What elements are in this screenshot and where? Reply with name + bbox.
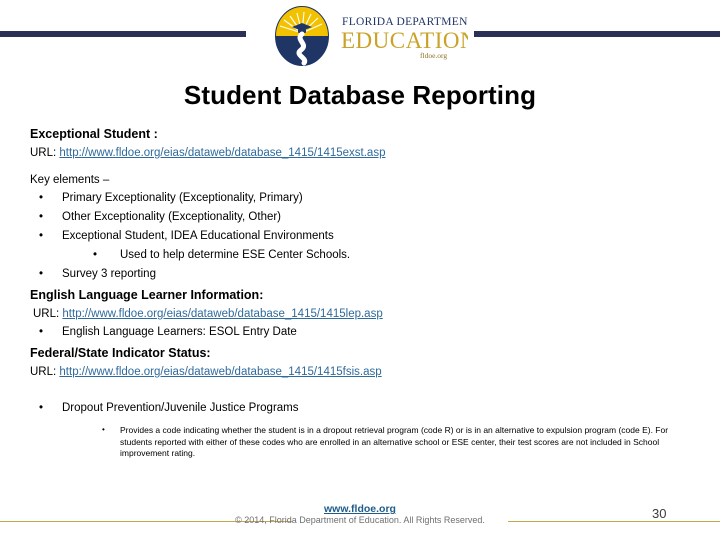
url-line-exceptional-student: URL: http://www.fldoe.org/eias/dataweb/d… — [30, 145, 690, 162]
link-exceptional-student-url[interactable]: http://www.fldoe.org/eias/dataweb/databa… — [59, 147, 385, 159]
bullet-icon: • — [39, 230, 44, 242]
header-rule-right — [474, 31, 720, 37]
section-heading-exceptional-student: Exceptional Student : — [30, 127, 158, 141]
copyright-text: © 2014, Florida Department of Education.… — [235, 515, 485, 525]
slide-header: FLORIDA DEPARTMENT OF EDUCATION fldoe.or… — [0, 0, 720, 72]
section-heading-federal-state-indicator: Federal/State Indicator Status: — [30, 346, 211, 360]
list-item-label: Survey 3 reporting — [62, 268, 156, 280]
svg-text:FLORIDA DEPARTMENT OF: FLORIDA DEPARTMENT OF — [342, 16, 468, 28]
link-federal-state-indicator-url[interactable]: http://www.fldoe.org/eias/dataweb/databa… — [59, 366, 381, 378]
bullet-icon: • — [102, 425, 105, 434]
header-rule-left — [0, 31, 246, 37]
florida-department-of-education-logo: FLORIDA DEPARTMENT OF EDUCATION fldoe.or… — [268, 6, 493, 66]
bullet-icon: • — [39, 211, 44, 223]
link-fldoe-home[interactable]: www.fldoe.org — [324, 503, 396, 515]
list-item: • Primary Exceptionality (Exceptionality… — [30, 189, 690, 208]
section-heading-english-language-learner: English Language Learner Information: — [30, 288, 264, 302]
list-item-label: Dropout Prevention/Juvenile Justice Prog… — [62, 402, 299, 414]
url-line-federal-state-indicator: URL: http://www.fldoe.org/eias/dataweb/d… — [30, 364, 690, 381]
slide-body: Exceptional Student : URL: http://www.fl… — [30, 126, 690, 460]
page-number: 30 — [652, 506, 667, 521]
list-item: • Dropout Prevention/Juvenile Justice Pr… — [30, 399, 690, 418]
page-title: Student Database Reporting — [183, 80, 537, 110]
url-line-english-language-learner: URL: http://www.fldoe.org/eias/dataweb/d… — [30, 306, 690, 323]
fine-print-text: Provides a code indicating whether the s… — [120, 425, 669, 458]
list-item: • English Language Learners: ESOL Entry … — [30, 323, 690, 342]
bullet-icon: • — [39, 326, 44, 338]
bullet-icon: • — [39, 192, 44, 204]
list-item: • Other Exceptionality (Exceptionality, … — [30, 208, 690, 227]
url-label: URL: — [33, 308, 60, 320]
list-item-label: Other Exceptionality (Exceptionality, Ot… — [62, 211, 282, 223]
url-label: URL: — [30, 366, 57, 378]
bullet-icon: • — [39, 268, 44, 280]
list-item-label: Used to help determine ESE Center School… — [120, 249, 351, 261]
list-item: • Survey 3 reporting — [30, 265, 690, 284]
list-item-label: Primary Exceptionality (Exceptionality, … — [62, 192, 303, 204]
list-item: • Exceptional Student, IDEA Educational … — [30, 227, 690, 246]
link-english-language-learner-url[interactable]: http://www.fldoe.org/eias/dataweb/databa… — [62, 308, 382, 320]
list-item-nested: • Provides a code indicating whether the… — [30, 425, 690, 460]
bullet-icon: • — [39, 402, 44, 414]
key-elements-label: Key elements – — [30, 174, 110, 186]
footer-url-line: www.fldoe.org — [0, 503, 720, 515]
list-item-label: English Language Learners: ESOL Entry Da… — [62, 326, 297, 338]
svg-text:EDUCATION: EDUCATION — [341, 28, 468, 53]
list-item-nested: • Used to help determine ESE Center Scho… — [30, 246, 690, 265]
bullet-icon: • — [93, 249, 98, 261]
list-item-label: Exceptional Student, IDEA Educational En… — [62, 230, 334, 242]
url-label: URL: — [30, 147, 57, 159]
svg-text:fldoe.org: fldoe.org — [420, 51, 447, 60]
